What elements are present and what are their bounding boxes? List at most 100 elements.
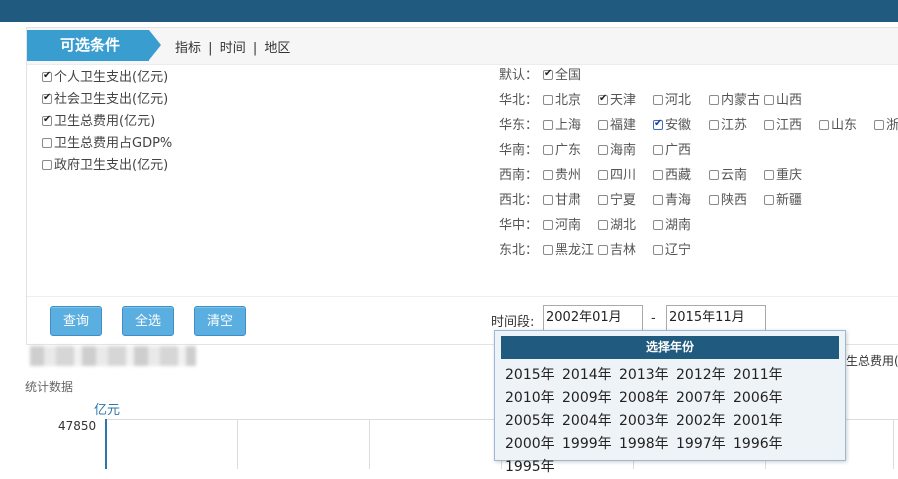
tab-link-time[interactable]: 时间	[220, 41, 246, 56]
checkbox[interactable]	[653, 95, 663, 105]
checkbox[interactable]	[543, 245, 553, 255]
year-option[interactable]: 2008年	[617, 387, 673, 410]
region-option[interactable]: 山西	[764, 91, 819, 111]
year-option[interactable]: 2002年	[674, 410, 730, 433]
region-option[interactable]: 黑龙江	[543, 241, 598, 261]
region-option[interactable]: 全国	[543, 66, 598, 86]
indicator-option[interactable]: 个人卫生支出(亿元)	[42, 67, 172, 89]
select-all-button[interactable]: 全选	[122, 306, 174, 336]
region-option[interactable]: 江苏	[709, 116, 764, 136]
region-option[interactable]: 陕西	[709, 191, 764, 211]
checkbox[interactable]	[543, 145, 553, 155]
region-option[interactable]: 西藏	[653, 166, 709, 186]
region-option[interactable]: 广东	[543, 141, 598, 161]
year-option[interactable]: 2010年	[503, 387, 559, 410]
region-option[interactable]: 湖北	[598, 216, 653, 236]
checkbox-checked[interactable]	[42, 91, 52, 105]
year-option[interactable]: 2006年	[731, 387, 787, 410]
end-date-input[interactable]: 2015年11月	[666, 305, 766, 331]
checkbox-checked[interactable]	[598, 92, 608, 106]
checkbox[interactable]	[598, 245, 608, 255]
region-option[interactable]: 浙	[874, 116, 898, 136]
checkbox[interactable]	[653, 220, 663, 230]
tab-link-region[interactable]: 地区	[264, 41, 290, 56]
checkbox[interactable]	[653, 170, 663, 180]
year-option[interactable]: 1996年	[731, 433, 787, 456]
checkbox[interactable]	[543, 170, 553, 180]
checkbox[interactable]	[653, 245, 663, 255]
year-option[interactable]: 2007年	[674, 387, 730, 410]
checkbox[interactable]	[709, 95, 719, 105]
indicator-option[interactable]: 卫生总费用占GDP%	[42, 133, 172, 155]
checkbox[interactable]	[543, 120, 553, 130]
region-option[interactable]: 湖南	[653, 216, 709, 236]
checkbox[interactable]	[764, 195, 774, 205]
region-option[interactable]: 河南	[543, 216, 598, 236]
year-option[interactable]: 2011年	[731, 364, 787, 387]
region-option[interactable]: 吉林	[598, 241, 653, 261]
year-option[interactable]: 2015年	[503, 364, 559, 387]
region-option[interactable]: 天津	[598, 91, 653, 111]
checkbox[interactable]	[819, 120, 829, 130]
year-option[interactable]: 2009年	[560, 387, 616, 410]
checkbox[interactable]	[709, 195, 719, 205]
checkbox[interactable]	[598, 145, 608, 155]
year-option[interactable]: 2004年	[560, 410, 616, 433]
year-option[interactable]: 2013年	[617, 364, 673, 387]
region-option[interactable]: 河北	[653, 91, 709, 111]
checkbox[interactable]	[543, 220, 553, 230]
chart-legend-item[interactable]: 生总费用(亿	[846, 352, 898, 369]
checkbox[interactable]	[653, 195, 663, 205]
region-option[interactable]: 江西	[764, 116, 819, 136]
year-option[interactable]: 2001年	[731, 410, 787, 433]
region-option[interactable]: 重庆	[764, 166, 819, 186]
year-option[interactable]: 2005年	[503, 410, 559, 433]
checkbox[interactable]	[709, 120, 719, 130]
checkbox[interactable]	[709, 170, 719, 180]
checkbox[interactable]	[543, 195, 553, 205]
checkbox[interactable]	[764, 170, 774, 180]
region-option[interactable]: 四川	[598, 166, 653, 186]
checkbox[interactable]	[598, 170, 608, 180]
checkbox[interactable]	[543, 95, 553, 105]
year-option[interactable]: 2012年	[674, 364, 730, 387]
region-option[interactable]: 福建	[598, 116, 653, 136]
start-date-input[interactable]: 2002年01月	[543, 305, 643, 331]
checkbox-checked[interactable]	[653, 117, 663, 131]
checkbox[interactable]	[598, 120, 608, 130]
region-option[interactable]: 海南	[598, 141, 653, 161]
region-option[interactable]: 上海	[543, 116, 598, 136]
checkbox[interactable]	[42, 138, 52, 148]
checkbox-checked[interactable]	[543, 67, 553, 81]
year-option[interactable]: 1995年	[503, 456, 559, 479]
checkbox[interactable]	[764, 95, 774, 105]
region-option[interactable]: 内蒙古	[709, 91, 764, 111]
tab-link-indicator[interactable]: 指标	[175, 41, 201, 56]
year-option[interactable]: 2003年	[617, 410, 673, 433]
checkbox[interactable]	[598, 195, 608, 205]
year-option[interactable]: 1998年	[617, 433, 673, 456]
region-option[interactable]: 新疆	[764, 191, 819, 211]
checkbox[interactable]	[874, 120, 884, 130]
checkbox[interactable]	[42, 160, 52, 170]
region-option[interactable]: 辽宁	[653, 241, 709, 261]
indicator-option[interactable]: 政府卫生支出(亿元)	[42, 155, 172, 177]
query-button[interactable]: 查询	[50, 306, 102, 336]
indicator-option[interactable]: 社会卫生支出(亿元)	[42, 89, 172, 111]
region-option[interactable]: 甘肃	[543, 191, 598, 211]
checkbox[interactable]	[598, 220, 608, 230]
region-option[interactable]: 青海	[653, 191, 709, 211]
region-option[interactable]: 贵州	[543, 166, 598, 186]
year-option[interactable]: 2014年	[560, 364, 616, 387]
indicator-option[interactable]: 卫生总费用(亿元)	[42, 111, 172, 133]
checkbox[interactable]	[764, 120, 774, 130]
checkbox[interactable]	[653, 145, 663, 155]
year-option[interactable]: 2000年	[503, 433, 559, 456]
region-option[interactable]: 北京	[543, 91, 598, 111]
clear-button[interactable]: 清空	[194, 306, 246, 336]
year-option[interactable]: 1999年	[560, 433, 616, 456]
checkbox-checked[interactable]	[42, 113, 52, 127]
region-option[interactable]: 广西	[653, 141, 709, 161]
year-option[interactable]: 1997年	[674, 433, 730, 456]
region-option[interactable]: 宁夏	[598, 191, 653, 211]
